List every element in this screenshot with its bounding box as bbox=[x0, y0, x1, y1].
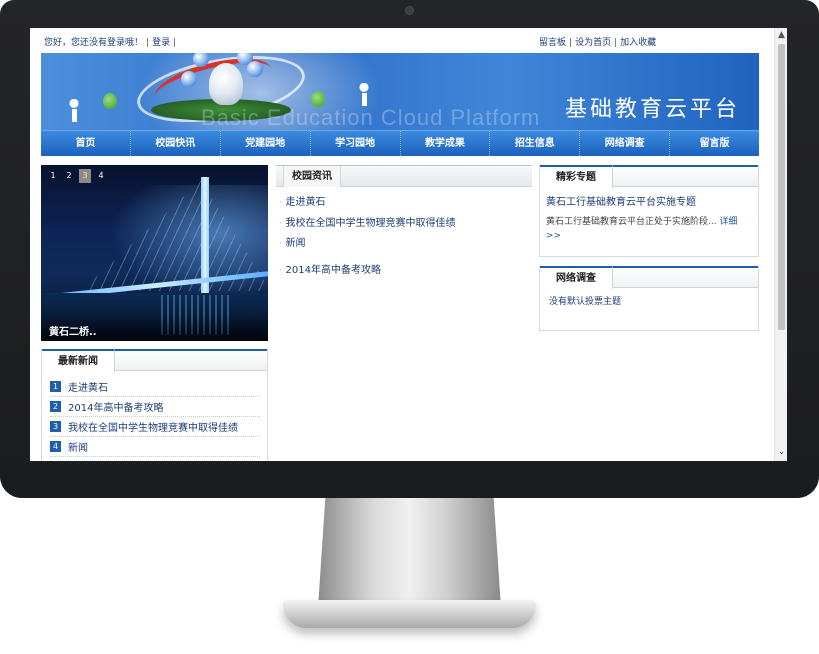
nav-item-home[interactable]: 首页 bbox=[41, 131, 131, 156]
news-link[interactable]: 走进黄石 bbox=[68, 379, 108, 394]
news-link[interactable]: 2014年高中备考攻略 bbox=[68, 399, 163, 414]
bullet-icon: · bbox=[279, 198, 282, 207]
slider-pagination: 1 2 3 4 bbox=[47, 169, 107, 183]
slider-page-1[interactable]: 1 bbox=[47, 169, 59, 183]
campus-news-box: 校园资讯 · 走进黄石 · 我校在全国中学生物理竞赛中取得佳绩 · 新闻 · 2014年… bbox=[276, 165, 532, 461]
waving-figure-graphic bbox=[359, 83, 369, 107]
slider-page-3[interactable]: 3 bbox=[79, 169, 91, 183]
list-item[interactable]: · 新闻 bbox=[279, 234, 532, 255]
nav-item-campus-news[interactable]: 校园快讯 bbox=[131, 131, 221, 156]
scroll-down-arrow-icon[interactable]: ⌄ bbox=[775, 445, 787, 459]
latest-news-list: 1 走进黄石 2 2014年高中备考攻略 3 我校在全国中学生物理竞赛中取得佳绩 4新… bbox=[42, 371, 267, 457]
browser-viewport: 您好，您还没有登录哦！ | 登录 | 留言板 | 设为首页 | 加入收藏 Bas… bbox=[30, 28, 787, 461]
nav-item-achievements[interactable]: 教学成果 bbox=[401, 131, 491, 156]
slider-caption[interactable]: 黄石二桥.. bbox=[41, 315, 268, 341]
survey-header: 网络调查 bbox=[540, 266, 758, 289]
site-title: 基础教育云平台 bbox=[565, 97, 741, 122]
image-slider[interactable]: 1 2 3 4 黄石二桥.. bbox=[41, 165, 268, 341]
list-item[interactable]: 1 走进黄石 bbox=[50, 377, 260, 397]
set-homepage-link[interactable]: 设为首页 bbox=[575, 38, 611, 48]
featured-topics-box: 精彩专题 黄石工行基础教育云平台实施专题 黄石工行基础教育云平台正处于实施阶段.… bbox=[539, 165, 759, 257]
figure-with-magnifier-graphic bbox=[69, 99, 79, 123]
banner-watermark-text: Basic Education Cloud Platform bbox=[201, 105, 541, 130]
list-item[interactable]: · 走进黄石 bbox=[279, 193, 532, 214]
featured-topic-desc: 黄石工行基础教育云平台正处于实施阶段... 详细>> bbox=[546, 215, 752, 243]
scrollbar-thumb[interactable] bbox=[778, 44, 785, 330]
news-link[interactable]: 新闻 bbox=[286, 238, 306, 249]
latest-news-title: 最新新闻 bbox=[42, 349, 115, 372]
lightbulb-graphic bbox=[209, 63, 243, 105]
login-link[interactable]: 登录 bbox=[152, 38, 170, 48]
login-greeting: 您好，您还没有登录哦！ bbox=[44, 38, 144, 48]
item-number-badge: 4 bbox=[50, 441, 61, 452]
slider-page-2[interactable]: 2 bbox=[63, 169, 75, 183]
email-sphere-icon bbox=[247, 61, 263, 77]
featured-topics-title: 精彩专题 bbox=[540, 165, 613, 188]
featured-topics-header: 精彩专题 bbox=[540, 165, 758, 188]
survey-box: 网络调查 没有默认投票主题 bbox=[539, 266, 759, 331]
campus-news-list: · 走进黄石 · 我校在全国中学生物理竞赛中取得佳绩 · 新闻 · 2014年高中备考攻… bbox=[276, 187, 532, 281]
nav-item-study[interactable]: 学习园地 bbox=[311, 131, 401, 156]
list-item[interactable]: · 2014年高中备考攻略 bbox=[279, 261, 532, 282]
nav-item-guestbook[interactable]: 留言版 bbox=[670, 131, 759, 156]
list-item[interactable]: 2 2014年高中备考攻略 bbox=[50, 397, 260, 417]
tree-graphic bbox=[103, 93, 117, 109]
top-bar: 您好，您还没有登录哦！ | 登录 | 留言板 | 设为首页 | 加入收藏 bbox=[44, 38, 657, 48]
featured-topics-content: 黄石工行基础教育云平台实施专题 黄石工行基础教育云平台正处于实施阶段... 详细… bbox=[540, 187, 758, 249]
item-number-badge: 2 bbox=[50, 401, 61, 412]
web-page: 您好，您还没有登录哦！ | 登录 | 留言板 | 设为首页 | 加入收藏 Bas… bbox=[41, 28, 759, 461]
featured-desc-text: 黄石工行基础教育云平台正处于实施阶段... bbox=[546, 217, 717, 227]
survey-empty-text: 没有默认投票主题 bbox=[549, 297, 622, 307]
email-sphere-icon bbox=[181, 71, 197, 87]
list-item[interactable]: · 我校在全国中学生物理竞赛中取得佳绩 bbox=[279, 214, 532, 235]
vertical-scrollbar[interactable]: ▲ ⌄ bbox=[774, 28, 787, 461]
scroll-up-arrow-icon[interactable]: ▲ bbox=[775, 28, 787, 42]
right-column: 精彩专题 黄石工行基础教育云平台实施专题 黄石工行基础教育云平台正处于实施阶段.… bbox=[539, 165, 759, 331]
slider-page-4[interactable]: 4 bbox=[95, 169, 107, 183]
item-number-badge: 1 bbox=[50, 381, 61, 392]
nav-item-party-building[interactable]: 党建园地 bbox=[221, 131, 311, 156]
news-link[interactable]: 我校在全国中学生物理竞赛中取得佳绩 bbox=[68, 419, 238, 434]
news-link[interactable]: 2014年高中备考攻略 bbox=[286, 265, 381, 276]
item-number-badge: 3 bbox=[50, 421, 61, 432]
list-item[interactable]: 4 新闻 bbox=[50, 437, 260, 457]
latest-news-header: 最新新闻 bbox=[42, 349, 267, 372]
campus-news-title: 校园资讯 bbox=[283, 166, 341, 187]
nav-item-survey[interactable]: 网络调查 bbox=[580, 131, 671, 156]
webcam-icon bbox=[405, 6, 414, 15]
guestbook-link[interactable]: 留言板 bbox=[539, 38, 566, 48]
bullet-icon: · bbox=[279, 239, 282, 248]
news-link[interactable]: 我校在全国中学生物理竞赛中取得佳绩 bbox=[286, 218, 456, 229]
monitor-frame: 您好，您还没有登录哦！ | 登录 | 留言板 | 设为首页 | 加入收藏 Bas… bbox=[0, 0, 819, 498]
list-item[interactable]: 3 我校在全国中学生物理竞赛中取得佳绩 bbox=[50, 417, 260, 437]
monitor-chin bbox=[0, 462, 819, 498]
monitor-stand-base bbox=[283, 600, 536, 628]
bullet-icon: · bbox=[279, 265, 282, 275]
news-link[interactable]: 新闻 bbox=[68, 439, 88, 454]
header-banner: Basic Education Cloud Platform 基础教育云平台 bbox=[41, 53, 759, 130]
survey-title: 网络调查 bbox=[540, 266, 613, 289]
campus-news-header: 校园资讯 bbox=[276, 165, 532, 187]
monitor-stand-neck bbox=[318, 498, 501, 608]
main-nav: 首页 校园快讯 党建园地 学习园地 教学成果 招生信息 网络调查 留言版 bbox=[41, 130, 759, 156]
add-favorite-link[interactable]: 加入收藏 bbox=[620, 38, 656, 48]
featured-topic-link[interactable]: 黄石工行基础教育云平台实施专题 bbox=[546, 193, 752, 208]
latest-news-box: 最新新闻 1 走进黄石 2 2014年高中备考攻略 3 我校在全国中学生物理竞赛中取得… bbox=[41, 349, 268, 461]
news-link[interactable]: 走进黄石 bbox=[286, 197, 326, 208]
nav-item-admissions[interactable]: 招生信息 bbox=[490, 131, 581, 156]
bullet-icon: · bbox=[279, 218, 282, 228]
content-area: 1 2 3 4 黄石二桥.. 最新新闻 1 走进黄石 2 2014年高中备考攻略 bbox=[41, 165, 759, 461]
